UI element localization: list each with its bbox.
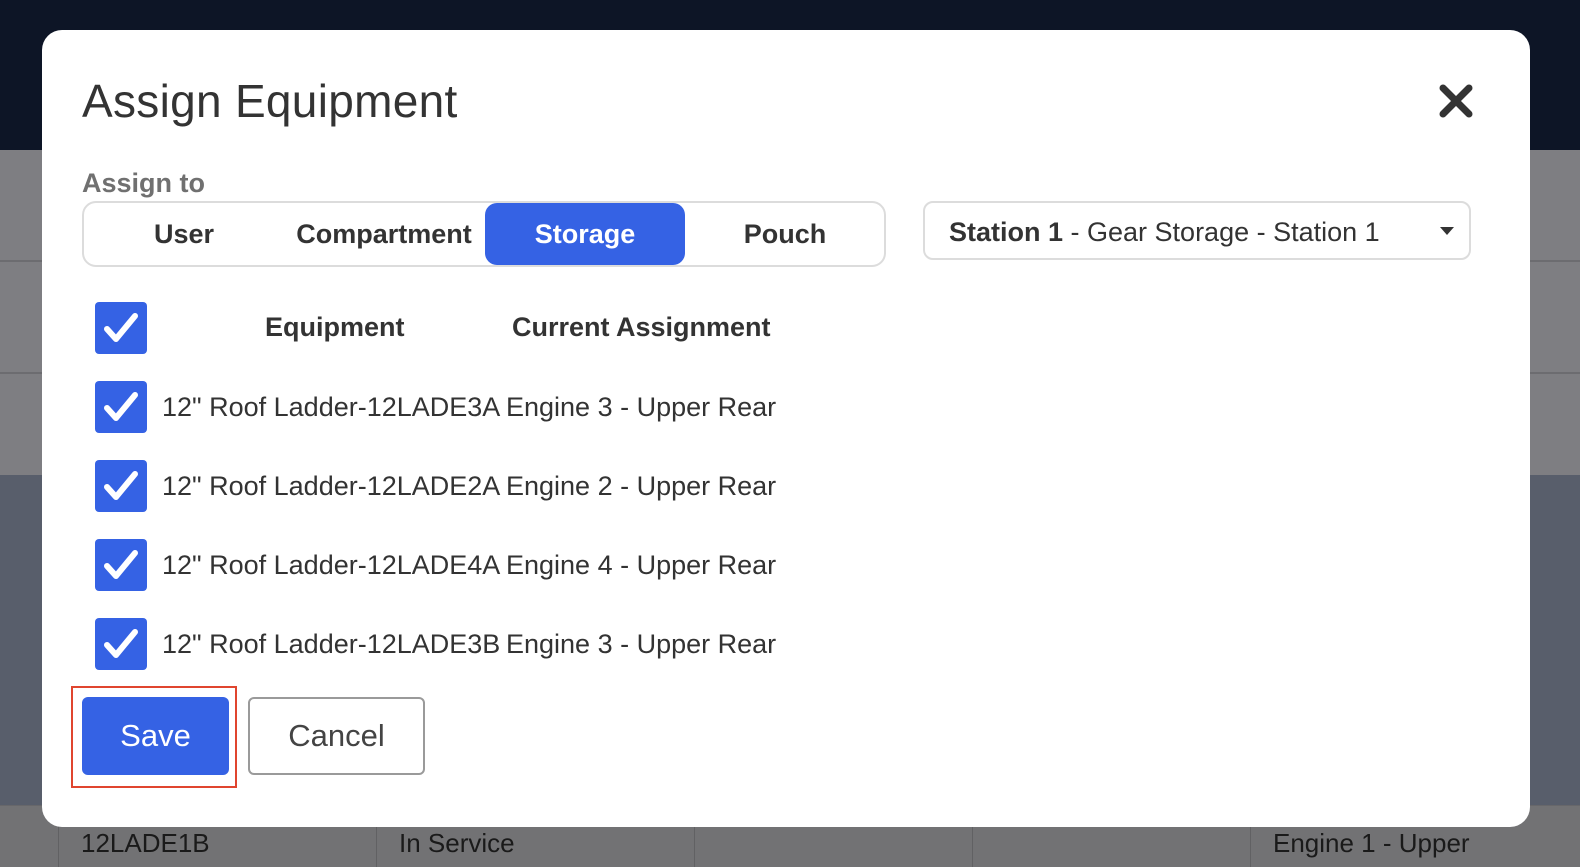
select-all-checkbox[interactable] (95, 302, 147, 354)
equipment-name: 12" Roof Ladder-12LADE3A (162, 392, 501, 422)
current-assignment: Engine 4 - Upper Rear (506, 550, 777, 580)
checkmark-icon (104, 629, 138, 658)
caret-down-icon (1440, 227, 1454, 235)
assign-equipment-modal: Assign Equipment Assign to User Compartm… (42, 30, 1530, 827)
checkmark-icon (104, 550, 138, 579)
row-checkbox[interactable] (95, 618, 147, 670)
save-button[interactable]: Save (82, 697, 229, 775)
current-assignment: Engine 3 - Upper Rear (506, 392, 777, 422)
checkmark-icon (104, 313, 138, 342)
equipment-name: 12" Roof Ladder-12LADE4A (162, 550, 501, 580)
assign-to-label: Assign to (82, 168, 206, 198)
tab-compartment[interactable]: Compartment (284, 203, 484, 265)
column-header-current-assignment: Current Assignment (512, 312, 771, 342)
selected-location-station: Station 1 (949, 217, 1064, 247)
equipment-name: 12" Roof Ladder-12LADE3B (162, 629, 501, 659)
close-button[interactable] (1437, 82, 1475, 120)
selected-location-detail: - Gear Storage - Station 1 (1063, 217, 1380, 247)
equipment-name: 12" Roof Ladder-12LADE2A (162, 471, 501, 501)
selected-location: Station 1 - Gear Storage - Station 1 (949, 217, 1380, 248)
assign-type-segmented-control: User Compartment Storage Pouch (82, 201, 886, 267)
storage-location-select[interactable]: Station 1 - Gear Storage - Station 1 (923, 201, 1471, 260)
row-checkbox[interactable] (95, 460, 147, 512)
cancel-button[interactable]: Cancel (248, 697, 425, 775)
row-checkbox[interactable] (95, 539, 147, 591)
current-assignment: Engine 2 - Upper Rear (506, 471, 777, 501)
column-header-equipment: Equipment (265, 312, 405, 342)
close-icon (1439, 84, 1473, 118)
checkmark-icon (104, 392, 138, 421)
tab-storage[interactable]: Storage (485, 203, 685, 265)
checkmark-icon (104, 471, 138, 500)
tab-user[interactable]: User (84, 203, 284, 265)
current-assignment: Engine 3 - Upper Rear (506, 629, 777, 659)
modal-title: Assign Equipment (82, 75, 458, 127)
row-checkbox[interactable] (95, 381, 147, 433)
tab-pouch[interactable]: Pouch (685, 203, 885, 265)
